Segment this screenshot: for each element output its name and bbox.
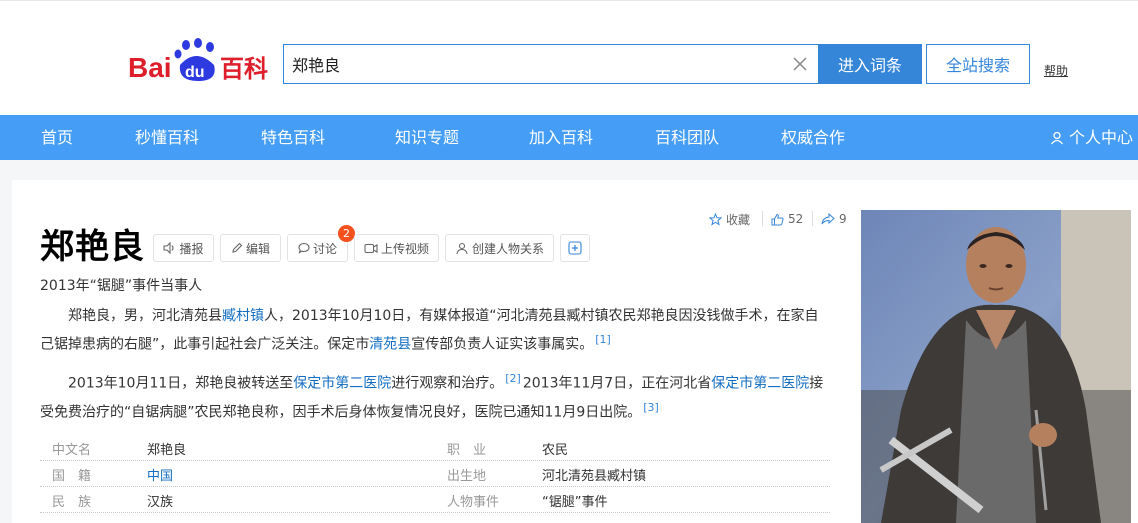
enter-entry-button[interactable]: 进入词条 [818, 44, 922, 84]
nav-item-cooperation[interactable]: 权威合作 [781, 115, 845, 160]
search-input[interactable] [292, 45, 782, 83]
summary-paragraph-2: 2013年10月11日，郑艳良被转送至保定市第二医院进行观察和治疗。 [2] 201… [40, 372, 824, 421]
user-center-label: 个人中心 [1069, 128, 1134, 147]
info-value: 农民 [542, 443, 569, 458]
site-search-button[interactable]: 全站搜索 [926, 44, 1030, 84]
plus-box-icon [568, 241, 582, 255]
link-baoding-hospital[interactable]: 保定市第二医院 [711, 376, 809, 392]
user-center-link[interactable]: 个人中心 [1050, 115, 1133, 160]
logo-bai-text: Bai [128, 52, 172, 83]
share-count: 9 [839, 212, 847, 226]
info-label: 职 业 [447, 443, 487, 458]
info-value-link[interactable]: 中国 [147, 465, 173, 484]
collect-label: 收藏 [726, 212, 751, 227]
entry-photo[interactable] [861, 210, 1131, 523]
clear-icon[interactable] [791, 55, 809, 73]
info-label: 出生地 [447, 469, 487, 484]
thumb-up-icon [771, 213, 784, 225]
nav-item-home[interactable]: 首页 [41, 115, 73, 160]
video-icon [364, 243, 378, 253]
help-link[interactable]: 帮助 [1044, 62, 1068, 79]
edit-button[interactable]: 编辑 [220, 234, 281, 262]
nav-item-team[interactable]: 百科团队 [655, 115, 719, 160]
create-relation-button[interactable]: 创建人物关系 [445, 234, 554, 262]
logo-du-text: du [185, 64, 205, 81]
reference-2[interactable]: [2] [505, 372, 521, 385]
link-zangcun-town[interactable]: 臧村镇 [222, 308, 264, 324]
relation-icon [456, 242, 468, 254]
info-value: “锯腿”事件 [542, 495, 608, 510]
info-value: 汉族 [147, 495, 174, 510]
like-count: 52 [788, 212, 804, 226]
person-photo-illustration [861, 210, 1131, 523]
link-baoding-hospital[interactable]: 保定市第二医院 [293, 376, 391, 392]
share-icon [821, 213, 835, 225]
star-icon [709, 212, 722, 226]
upload-video-label: 上传视频 [380, 241, 429, 256]
speaker-icon [163, 242, 175, 254]
edit-label: 编辑 [245, 241, 270, 256]
baidu-baike-logo[interactable]: Bai du 百科 [128, 37, 273, 83]
entry-subtitle: 2013年“锯腿”事件当事人 [40, 278, 203, 294]
info-label: 民 族 [52, 495, 92, 510]
play-button[interactable]: 播报 [153, 234, 214, 262]
reference-1[interactable]: [1] [595, 333, 611, 346]
info-row: 中文名 郑艳良 职 业 农民 [40, 435, 830, 461]
info-value: 河北清苑县臧村镇 [542, 469, 647, 484]
main-nav: 首页 秒懂百科 特色百科 知识专题 加入百科 百科团队 权威合作 个人中心 [0, 115, 1138, 160]
info-label: 中文名 [52, 443, 92, 458]
discuss-label: 讨论 [312, 241, 337, 256]
link-qingyuan-county[interactable]: 清苑县 [369, 337, 411, 353]
create-relation-label: 创建人物关系 [471, 241, 544, 256]
info-row: 国 籍 中国 出生地 河北清苑县臧村镇 [40, 461, 830, 487]
reference-3[interactable]: [3] [643, 401, 659, 414]
info-label: 国 籍 [52, 469, 92, 484]
nav-item-special[interactable]: 特色百科 [261, 115, 325, 160]
meta-divider [762, 211, 763, 226]
nav-item-topics[interactable]: 知识专题 [395, 115, 459, 160]
page-title: 郑艳良 [40, 227, 145, 267]
like-button[interactable]: 52 [771, 210, 803, 228]
pencil-icon [232, 242, 243, 253]
collect-button[interactable]: 收藏 [709, 210, 750, 228]
nav-item-miaodong[interactable]: 秒懂百科 [135, 115, 199, 160]
summary-paragraph-1: 郑艳良，男，河北清苑县臧村镇人，2013年10月10日，有媒体报道“河北清苑县臧… [40, 308, 819, 353]
comment-icon [298, 242, 310, 254]
add-more-button[interactable] [560, 234, 590, 262]
upload-video-button[interactable]: 上传视频 [354, 234, 439, 262]
nav-item-join[interactable]: 加入百科 [529, 115, 593, 160]
play-label: 播报 [179, 241, 204, 256]
logo-baike-text: 百科 [220, 55, 268, 83]
info-value: 郑艳良 [147, 443, 187, 458]
discuss-count-badge: 2 [338, 225, 355, 242]
search-box [283, 44, 819, 84]
share-button[interactable]: 9 [821, 210, 847, 228]
info-label: 人物事件 [447, 495, 500, 510]
info-row: 民 族 汉族 人物事件 “锯腿”事件 [40, 487, 830, 513]
header: Bai du 百科 进入词条 全站搜索 帮助 [0, 0, 1138, 115]
meta-divider [812, 211, 813, 226]
user-icon [1050, 131, 1064, 144]
